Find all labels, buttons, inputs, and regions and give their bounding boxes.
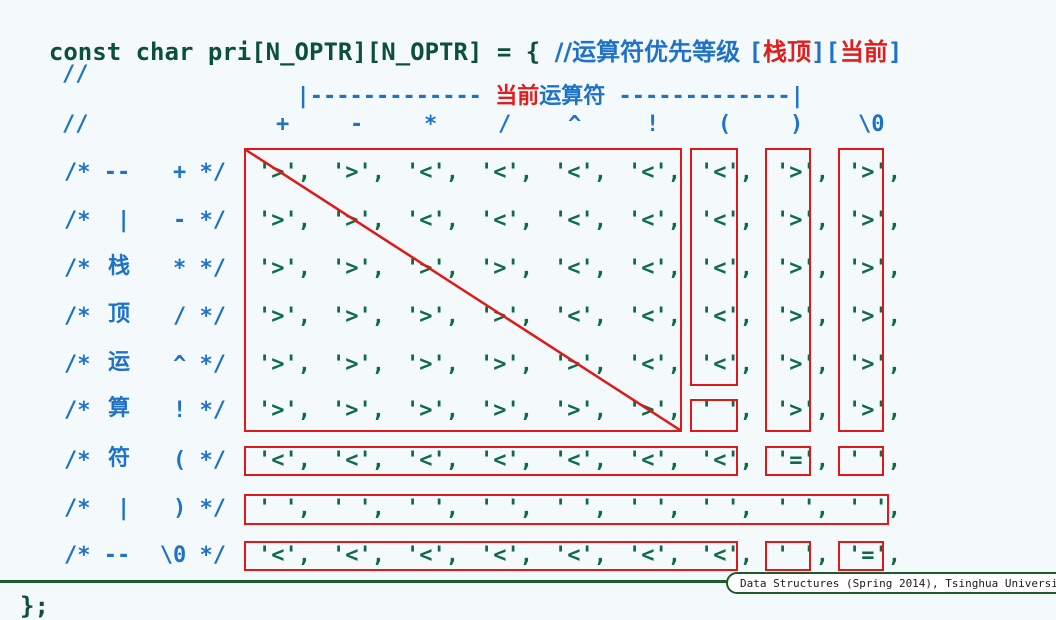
diagonal-line [245, 148, 681, 432]
footer-separator [0, 580, 728, 583]
footer-badge: Data Structures (Spring 2014), Tsinghua … [726, 572, 1056, 594]
closing-brace: }; [20, 592, 49, 620]
